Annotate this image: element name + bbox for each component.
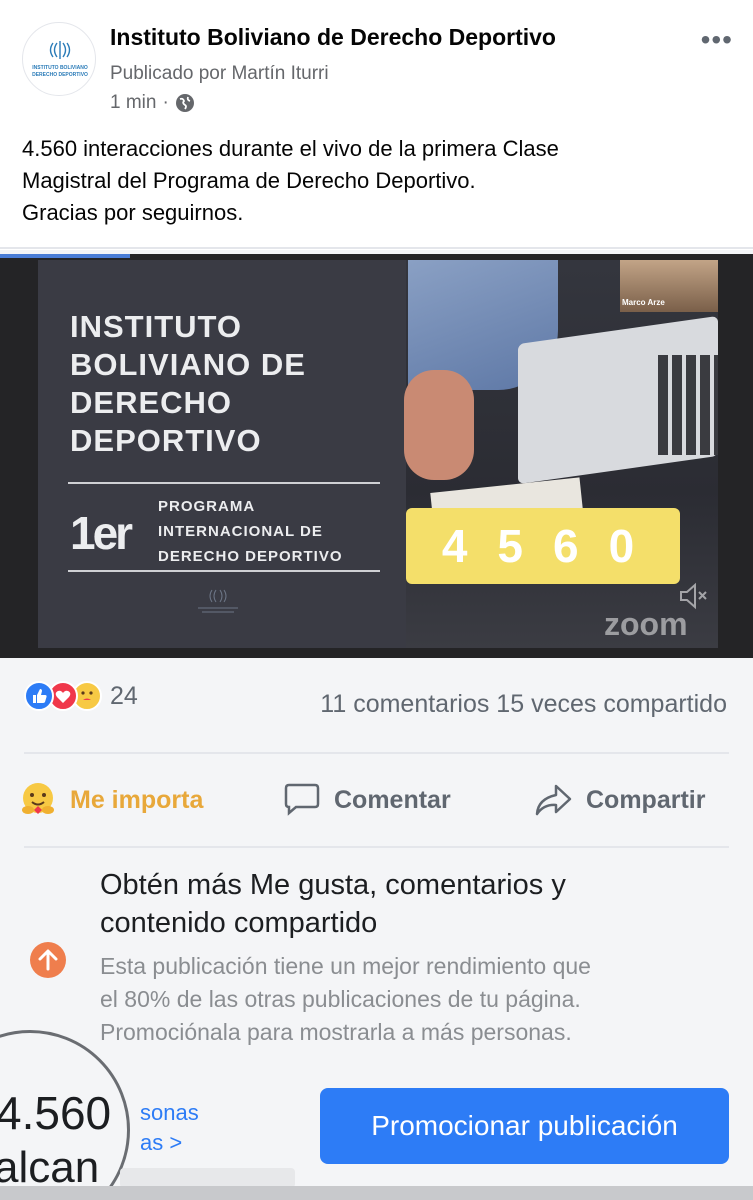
slide-photo-hand <box>404 370 474 480</box>
svg-text:DERECHO DEPORTIVO: DERECHO DEPORTIVO <box>32 72 88 78</box>
promo-body-line: el 80% de las otras publicaciones de tu … <box>100 986 581 1012</box>
reach-people-line: as > <box>140 1130 183 1155</box>
reach-people-link[interactable]: sonas as > <box>140 1098 199 1158</box>
share-icon <box>535 784 572 816</box>
comment-button-label: Comentar <box>334 785 451 814</box>
post-time[interactable]: 1 min <box>110 92 156 114</box>
care-emoji-icon <box>22 783 54 814</box>
post-header: INSTITUTO BOLIVIANO DERECHO DEPORTIVO In… <box>0 0 753 130</box>
promo-body-line: Promociónala para mostrarla a más person… <box>100 1019 572 1045</box>
arrow-up-icon <box>30 942 66 978</box>
slide-program-line: PROGRAMA <box>158 498 256 515</box>
slide-title-line: DEPORTIVO <box>70 423 262 458</box>
like-reaction-icon <box>24 681 54 711</box>
slide-program-line: DERECHO DEPORTIVO <box>158 548 343 565</box>
promo-body: Esta publicación tiene un mejor rendimie… <box>100 950 591 1049</box>
post-message: 4.560 interacciones durante el vivo de l… <box>22 133 732 229</box>
shared-screenshot[interactable]: Marco Arze INSTITUTO BOLIVIANO DE DERECH… <box>0 250 753 1200</box>
promo-title-line: contenido compartido <box>100 907 378 939</box>
divider <box>24 752 729 754</box>
post-message-line: 4.560 interacciones durante el vivo de l… <box>22 136 559 161</box>
more-options-icon[interactable]: ••• <box>701 26 733 54</box>
comment-button[interactable]: Comentar <box>282 780 451 820</box>
slide-title-line: BOLIVIANO DE <box>70 347 306 382</box>
divider <box>0 247 753 249</box>
page-avatar[interactable]: INSTITUTO BOLIVIANO DERECHO DEPORTIVO <box>22 22 96 96</box>
share-button[interactable]: Compartir <box>532 780 705 820</box>
comments-shares-count[interactable]: 11 comentarios 15 veces compartido <box>320 690 727 719</box>
post-meta: 1 min · <box>110 92 195 114</box>
care-button[interactable]: Me importa <box>18 780 203 820</box>
slide-title-line: DERECHO <box>70 385 233 420</box>
slide-rule <box>68 482 380 484</box>
post-message-line: Gracias por seguirnos. <box>22 200 244 225</box>
post-message-line: Magistral del Programa de Derecho Deport… <box>22 168 476 193</box>
divider <box>24 846 729 848</box>
posted-by: Publicado por Martín Iturri <box>110 63 329 84</box>
slide-logo-icon <box>198 589 238 613</box>
video-slide: Marco Arze INSTITUTO BOLIVIANO DE DERECH… <box>38 260 718 648</box>
video-progress-bar <box>0 254 130 258</box>
slide-title: INSTITUTO BOLIVIANO DE DERECHO DEPORTIVO <box>70 308 306 460</box>
comment-icon <box>284 783 320 816</box>
participant-name: Marco Arze <box>622 298 665 307</box>
slide-program-line: INTERNACIONAL DE <box>158 523 323 540</box>
institute-logo-icon: INSTITUTO BOLIVIANO DERECHO DEPORTIVO <box>32 41 88 78</box>
reach-people-line: sonas <box>140 1100 199 1125</box>
care-button-label: Me importa <box>70 785 204 814</box>
reactions-summary[interactable]: 24 <box>24 678 138 714</box>
video-player[interactable]: Marco Arze INSTITUTO BOLIVIANO DE DERECH… <box>0 254 753 658</box>
bottom-band <box>0 1186 753 1200</box>
slide-program: PROGRAMA INTERNACIONAL DE DERECHO DEPORT… <box>158 494 343 569</box>
promo-title: Obtén más Me gusta, comentarios y conten… <box>100 866 566 942</box>
zoom-watermark: zoom <box>604 606 688 642</box>
promo-title-line: Obtén más Me gusta, comentarios y <box>100 869 566 901</box>
page-name-link[interactable]: Instituto Boliviano de Derecho Deportivo <box>110 24 556 51</box>
slide-photo-keyboard <box>658 355 718 455</box>
slide-rule <box>68 570 380 572</box>
promo-body-line: Esta publicación tiene un mejor rendimie… <box>100 953 591 979</box>
promote-post-button[interactable]: Promocionar publicación <box>320 1088 729 1164</box>
meta-separator: · <box>162 92 169 113</box>
slide-ordinal: 1er <box>70 507 133 559</box>
globe-icon[interactable] <box>175 93 195 113</box>
slide-title-line: INSTITUTO <box>70 309 243 344</box>
svg-text:INSTITUTO BOLIVIANO: INSTITUTO BOLIVIANO <box>32 65 88 71</box>
share-button-label: Compartir <box>586 785 706 814</box>
reaction-count: 24 <box>110 681 138 710</box>
interaction-counter: 4560 <box>406 508 680 584</box>
magnifier-circle <box>0 1030 130 1200</box>
bottom-tab <box>120 1168 295 1188</box>
